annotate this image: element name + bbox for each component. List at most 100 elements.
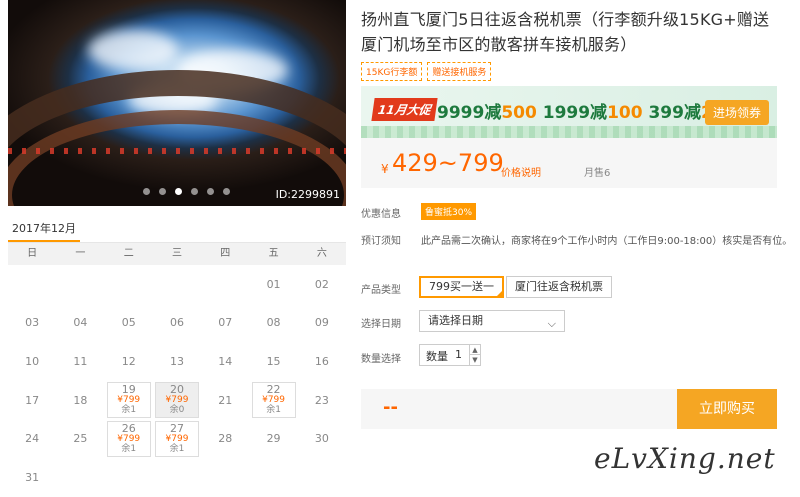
calendar-day[interactable]: 20 ¥799 余0 (153, 381, 201, 420)
increment-icon[interactable]: ▲ (469, 345, 480, 355)
notice-label: 预订须知 (361, 236, 401, 247)
day-remaining: 余1 (121, 405, 137, 416)
calendar-day: 08 (249, 304, 297, 343)
day-number: 09 (314, 316, 329, 330)
day-remaining: 余0 (169, 405, 185, 416)
available-date-box[interactable]: 22 ¥799 余1 (251, 382, 296, 419)
date-select[interactable]: 请选择日期 ⌵ (419, 310, 565, 332)
buy-now-button[interactable]: 立即购买 (677, 389, 777, 429)
available-date-box[interactable]: 20 ¥799 余0 (154, 382, 199, 419)
price-note-link[interactable]: 价格说明 (501, 164, 541, 179)
calendar-day: 12 (105, 342, 153, 381)
option-round-trip-ticket[interactable]: 厦门往返含税机票 (506, 276, 612, 298)
weekday-label: 四 (220, 248, 231, 259)
qty-value[interactable]: 1 (455, 348, 462, 361)
weekday-label: 一 (75, 248, 86, 259)
promo-banner[interactable]: 11月大促 9999减500 1999减100 399减20 进场领券 (361, 86, 777, 138)
carousel-dot[interactable] (223, 188, 230, 195)
calendar-empty (56, 458, 104, 497)
calendar-day: 14 (201, 342, 249, 381)
carousel-dot[interactable] (159, 188, 166, 195)
day-number: 24 (25, 432, 40, 446)
day-number: 05 (121, 316, 136, 330)
day-price: ¥799 (117, 395, 141, 406)
day-number: 30 (314, 432, 329, 446)
day-number: 29 (266, 432, 281, 446)
product-photo[interactable]: ID:2299891 (8, 0, 346, 206)
calendar-day: 16 (298, 342, 346, 381)
day-number: 12 (121, 354, 136, 368)
calendar-day: 07 (201, 304, 249, 343)
day-number: 25 (73, 432, 88, 446)
calendar-day[interactable]: 26 ¥799 余1 (105, 419, 153, 458)
day-remaining: 余1 (266, 405, 281, 416)
day-number: 17 (25, 393, 40, 407)
weekday-label: 六 (316, 248, 327, 259)
qty-inner-label: 数量 (426, 350, 448, 363)
calendar-days: 01 02 03 04 05 06 07 08 09 10 11 12 13 14 15 16 17 18 19 ¥7… (8, 265, 346, 497)
calendar-empty (153, 265, 201, 304)
get-coupon-button[interactable]: 进场领券 (704, 100, 769, 125)
price-currency: ¥ (381, 162, 389, 176)
promo-badge: 11月大促 (371, 98, 438, 121)
day-number: 03 (25, 316, 40, 330)
notice-text: 此产品需二次确认，商家将在9个工作小时内（工作日9:00-18:00）核实是否有… (421, 236, 793, 247)
month-tab[interactable]: 2017年12月 (8, 214, 80, 242)
available-date-box[interactable]: 26 ¥799 余1 (106, 420, 151, 457)
carousel-dots[interactable] (143, 188, 230, 195)
photo-id: ID:2299891 (275, 188, 340, 201)
day-price: ¥799 (117, 433, 141, 444)
day-number: 10 (25, 354, 40, 368)
option-buy-one-get-one[interactable]: 799买一送一 (419, 276, 504, 298)
type-label: 产品类型 (361, 285, 401, 296)
weekday-label: 日 (27, 248, 38, 259)
calendar-empty (249, 458, 297, 497)
calendar-empty (105, 265, 153, 304)
calendar-day: 30 (298, 419, 346, 458)
day-price: ¥799 (262, 395, 286, 406)
carousel-dot[interactable] (191, 188, 198, 195)
calendar-empty (298, 458, 346, 497)
carousel-dot[interactable] (143, 188, 150, 195)
day-remaining: 余1 (169, 443, 185, 454)
calendar-empty (201, 458, 249, 497)
carousel-dot-active[interactable] (175, 188, 182, 195)
available-date-box[interactable]: 27 ¥799 余1 (154, 420, 199, 457)
day-price: ¥799 (165, 433, 189, 444)
quantity-stepper[interactable]: 数量 1 ▲ ▼ (419, 344, 481, 366)
date-select-value: 请选择日期 (428, 314, 483, 327)
weekday-header: 日一二三四五六 (8, 243, 346, 265)
calendar-day[interactable]: 27 ¥799 余1 (153, 419, 201, 458)
decrement-icon[interactable]: ▼ (469, 355, 480, 365)
weekday-label: 五 (268, 248, 279, 259)
day-number: 02 (314, 277, 329, 291)
calendar-empty (56, 265, 104, 304)
calendar-day: 29 (249, 419, 297, 458)
calendar-day: 04 (56, 304, 104, 343)
calendar-empty (105, 458, 153, 497)
day-number: 22 (266, 383, 281, 397)
day-number: 16 (314, 354, 329, 368)
calendar-day[interactable]: 22 ¥799 余1 (249, 381, 297, 420)
day-number: 21 (218, 393, 233, 407)
day-number: 04 (73, 316, 88, 330)
chevron-down-icon: ⌵ (547, 317, 556, 330)
calendar-day: 18 (56, 381, 104, 420)
purchase-bar: -- 立即购买 (361, 389, 777, 429)
day-number: 07 (218, 316, 233, 330)
calendar-day: 28 (201, 419, 249, 458)
weekday-label: 二 (123, 248, 134, 259)
calendar-day[interactable]: 19 ¥799 余1 (105, 381, 153, 420)
day-number: 23 (314, 393, 329, 407)
calendar-day: 21 (201, 381, 249, 420)
calendar-day: 05 (105, 304, 153, 343)
promo-text: 9999减500 1999减100 399减20 (437, 103, 725, 123)
available-date-box[interactable]: 19 ¥799 余1 (106, 382, 151, 419)
carousel-dot[interactable] (207, 188, 214, 195)
weekday-label: 三 (171, 248, 182, 259)
calendar-empty (201, 265, 249, 304)
day-number: 13 (169, 354, 184, 368)
tag-pickup: 赠送接机服务 (427, 62, 492, 81)
discount-label: 优惠信息 (361, 209, 401, 220)
calendar-day: 02 (298, 265, 346, 304)
